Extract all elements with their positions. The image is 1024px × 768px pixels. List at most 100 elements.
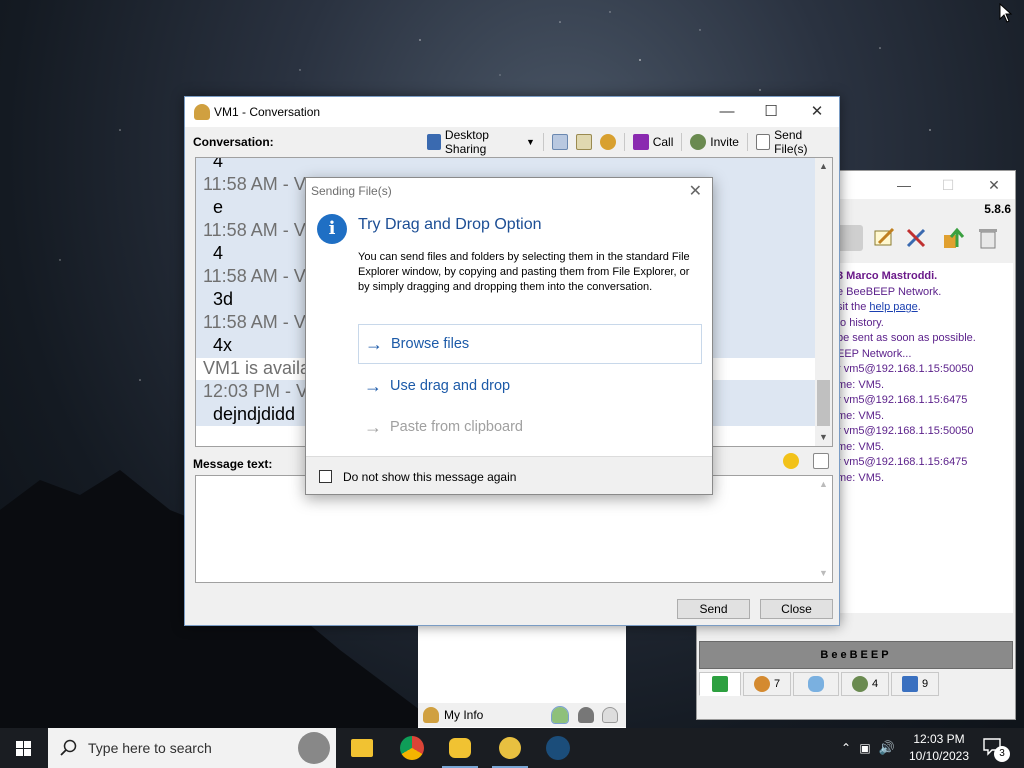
log-line: to history. — [837, 316, 884, 329]
invite-icon — [690, 134, 707, 150]
dialog-footer: Do not show this message again — [306, 456, 712, 494]
dialog-title: Sending File(s) — [311, 184, 392, 198]
tab-users[interactable]: 7 — [743, 672, 791, 696]
chat-bubble-icon — [449, 738, 471, 758]
chrome-app[interactable] — [388, 728, 436, 768]
palette-icon — [599, 134, 616, 150]
send-button[interactable]: Send — [677, 599, 750, 619]
windows-icon — [16, 741, 31, 756]
maximize-icon[interactable]: ☐ — [933, 175, 963, 195]
minimize-icon[interactable]: — — [889, 175, 919, 195]
do-not-show-checkbox[interactable] — [319, 470, 332, 483]
log-line: sit the help page. — [837, 300, 1013, 316]
network-icon[interactable]: ▣ — [854, 741, 876, 755]
do-not-show-label[interactable]: Do not show this message again — [343, 470, 516, 484]
scroll-up-icon[interactable]: ▲ — [815, 158, 832, 175]
compose-icon[interactable] — [813, 453, 829, 469]
log-text: sit the — [837, 301, 870, 313]
beebeep-banner: BeeBEEP — [699, 641, 1013, 669]
close-icon[interactable]: ✕ — [802, 102, 832, 122]
system-tray: ⌃ ▣ 🔊 — [838, 728, 898, 768]
log-line: r vm5@192.168.1.15:50050 — [837, 425, 974, 437]
tab-chats[interactable] — [793, 672, 839, 696]
invite-button[interactable]: Invite — [690, 134, 739, 150]
browse-files-option[interactable]: → Browse files — [358, 324, 702, 364]
toolbar-separator — [623, 133, 625, 151]
log-line: me: VM5. — [837, 440, 885, 453]
notification-count: 3 — [994, 746, 1010, 762]
tools-icon[interactable] — [903, 225, 929, 251]
taskbar-clock[interactable]: 12:03 PM 10/10/2023 — [900, 731, 978, 765]
taskbar-search[interactable]: Type here to search — [48, 728, 336, 768]
arrow-right-icon: → — [364, 375, 382, 396]
tab-groups[interactable]: 4 — [841, 672, 889, 696]
clear-button[interactable] — [575, 134, 592, 150]
users-icon — [753, 676, 770, 692]
notification-center[interactable]: 3 — [982, 736, 1010, 762]
scroll-up-icon[interactable]: ▲ — [815, 476, 832, 493]
file-explorer-app[interactable] — [338, 728, 386, 768]
scroll-down-icon[interactable]: ▼ — [815, 565, 832, 582]
mouse-cursor-icon — [999, 3, 1013, 23]
maximize-icon[interactable]: ☐ — [756, 102, 786, 122]
video-call-icon — [632, 134, 649, 150]
share-icon[interactable] — [941, 225, 967, 251]
start-button[interactable] — [0, 728, 48, 768]
log-line: me: VM5. — [837, 471, 885, 484]
history-button[interactable] — [551, 134, 568, 150]
help-page-link[interactable]: help page — [869, 301, 917, 313]
folder-icon — [351, 739, 373, 757]
dialog-body: You can send files and folders by select… — [358, 251, 690, 293]
toolbar-separator — [542, 133, 544, 151]
close-icon[interactable]: ✕ — [689, 181, 702, 201]
edit-icon[interactable] — [871, 225, 897, 251]
groups-icon — [851, 676, 868, 692]
tab-files[interactable]: 9 — [891, 672, 939, 696]
myinfo-label[interactable]: My Info — [444, 708, 483, 722]
trash-icon[interactable] — [975, 225, 1001, 251]
send-files-label: Send File(s) — [774, 128, 808, 156]
message-text: 4 — [213, 157, 224, 171]
invite-label: Invite — [710, 135, 739, 149]
call-button[interactable]: Call — [632, 134, 673, 150]
tab-home[interactable] — [699, 672, 741, 696]
scroll-down-icon[interactable]: ▼ — [815, 429, 832, 446]
chevron-up-icon[interactable]: ⌃ — [838, 741, 854, 755]
groups-count: 4 — [871, 678, 879, 690]
steam-app[interactable] — [534, 728, 582, 768]
send-files-button[interactable]: Send File(s) — [755, 128, 831, 156]
home-icon — [712, 676, 728, 692]
status-away-icon[interactable] — [578, 707, 594, 723]
close-icon[interactable]: ✕ — [979, 175, 1009, 195]
toolbar-separator — [746, 133, 748, 151]
arrow-right-icon: → — [365, 333, 383, 354]
drag-drop-option[interactable]: → Use drag and drop — [358, 366, 702, 406]
conversation-label: Conversation: — [193, 135, 274, 149]
volume-icon[interactable]: 🔊 — [876, 740, 898, 756]
banner-text: BeeBEEP — [820, 649, 892, 661]
log-line: 3 Marco Mastroddi. — [837, 270, 938, 282]
close-button[interactable]: Close — [760, 599, 833, 619]
chevron-down-icon: ▼ — [526, 137, 535, 147]
settings-button[interactable] — [599, 134, 616, 150]
chat-app[interactable] — [436, 728, 484, 768]
desktop-sharing-button[interactable]: Desktop Sharing ▼ — [427, 128, 535, 156]
version-label: 5.8.6 — [984, 202, 1011, 216]
search-highlight-icon — [298, 732, 330, 764]
users-count: 7 — [773, 678, 781, 690]
scroll-thumb[interactable] — [817, 380, 830, 426]
send-file-icon — [755, 134, 771, 150]
status-offline-icon[interactable] — [602, 707, 618, 723]
arrow-right-icon: → — [364, 416, 382, 437]
minimize-icon[interactable]: — — [712, 102, 742, 122]
log-line: me: VM5. — [837, 409, 885, 422]
message-scrollbar[interactable]: ▲ ▼ — [815, 476, 832, 582]
beebeep-app[interactable] — [486, 728, 534, 768]
emoji-icon[interactable] — [783, 453, 799, 469]
status-online-icon[interactable] — [551, 706, 569, 724]
chat-icon[interactable] — [837, 225, 863, 251]
browse-files-label: Browse files — [391, 336, 470, 352]
toolbar-separator — [681, 133, 683, 151]
conversation-titlebar: VM1 - Conversation — ☐ ✕ — [185, 97, 839, 127]
conversation-scrollbar[interactable]: ▲ ▼ — [815, 158, 832, 446]
